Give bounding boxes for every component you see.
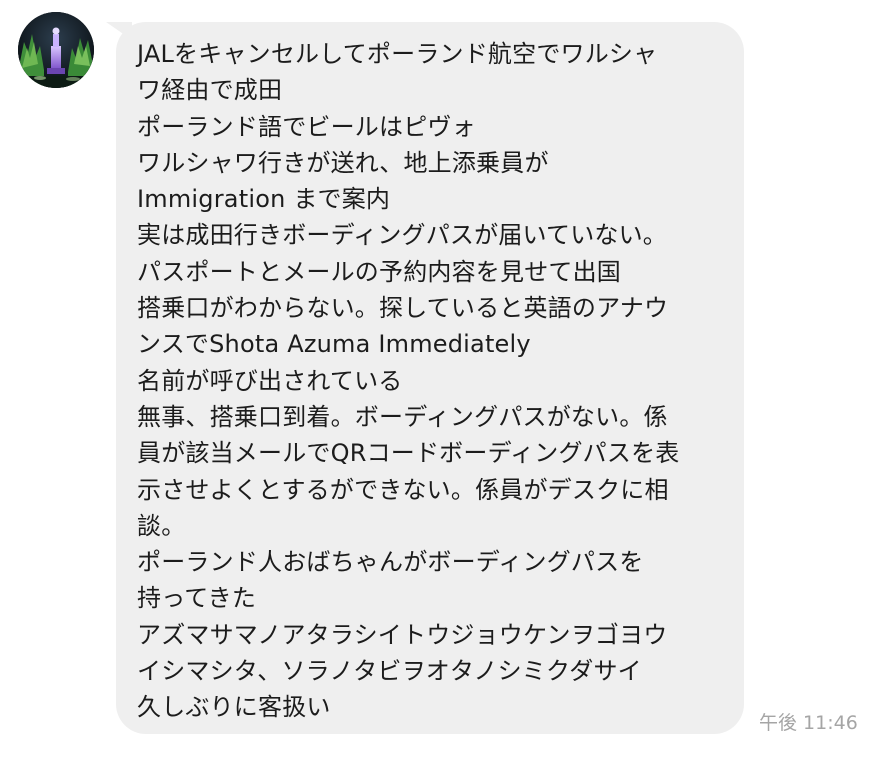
bubble-tail [106,22,132,40]
message-line: 久しぶりに客扱い [137,693,331,722]
message-line: 実は成田行きボーディングパスが届いていない。 [137,221,667,250]
message-line: 無事、搭乗口到着。ボーディングパスがない。係 [137,402,668,431]
message-line: 搭乗口がわからない。探していると英語のアナウ [137,294,669,323]
message-line: 員が該当メールでQRコードボーディングパスを表 [137,439,680,468]
message-text: JALをキャンセルしてポーランド航空でワルシャ ワ経由で成田 ポーランド語でビー… [137,36,728,726]
message-line: ワ経由で成田 [137,76,283,105]
sender-avatar[interactable] [18,12,94,88]
message-line: Immigration まで案内 [137,185,391,214]
message-line: ンスでShota Azuma Immediately [137,330,531,359]
message-line: 示させよくとするができない。係員がデスクに相 [137,475,669,504]
message-timestamp: 午後 11:46 [759,712,858,734]
message-line: 談。 [137,511,186,540]
message-line: アズマサマノアタラシイトウジョウケンヲゴヨウ [137,620,668,649]
message-bubble[interactable]: JALをキャンセルしてポーランド航空でワルシャ ワ経由で成田 ポーランド語でビー… [106,22,744,734]
monument-at-night-photo-icon [18,12,94,88]
message-line: イシマシタ、ソラノタビヲオタノシミクダサイ [137,657,642,686]
message-line: 名前が呼び出されている [137,366,403,395]
message-line: ワルシャワ行きが送れ、地上添乗員が [137,148,549,177]
message-line: パスポートとメールの予約内容を見せて出国 [137,257,621,286]
message-line: 持ってきた [137,584,257,613]
message-line: ポーランド人おばちゃんがボーディングパスを [137,548,644,577]
message-line: ポーランド語でビールはピヴォ [137,112,476,141]
message-line: JALをキャンセルしてポーランド航空でワルシャ [137,40,658,68]
